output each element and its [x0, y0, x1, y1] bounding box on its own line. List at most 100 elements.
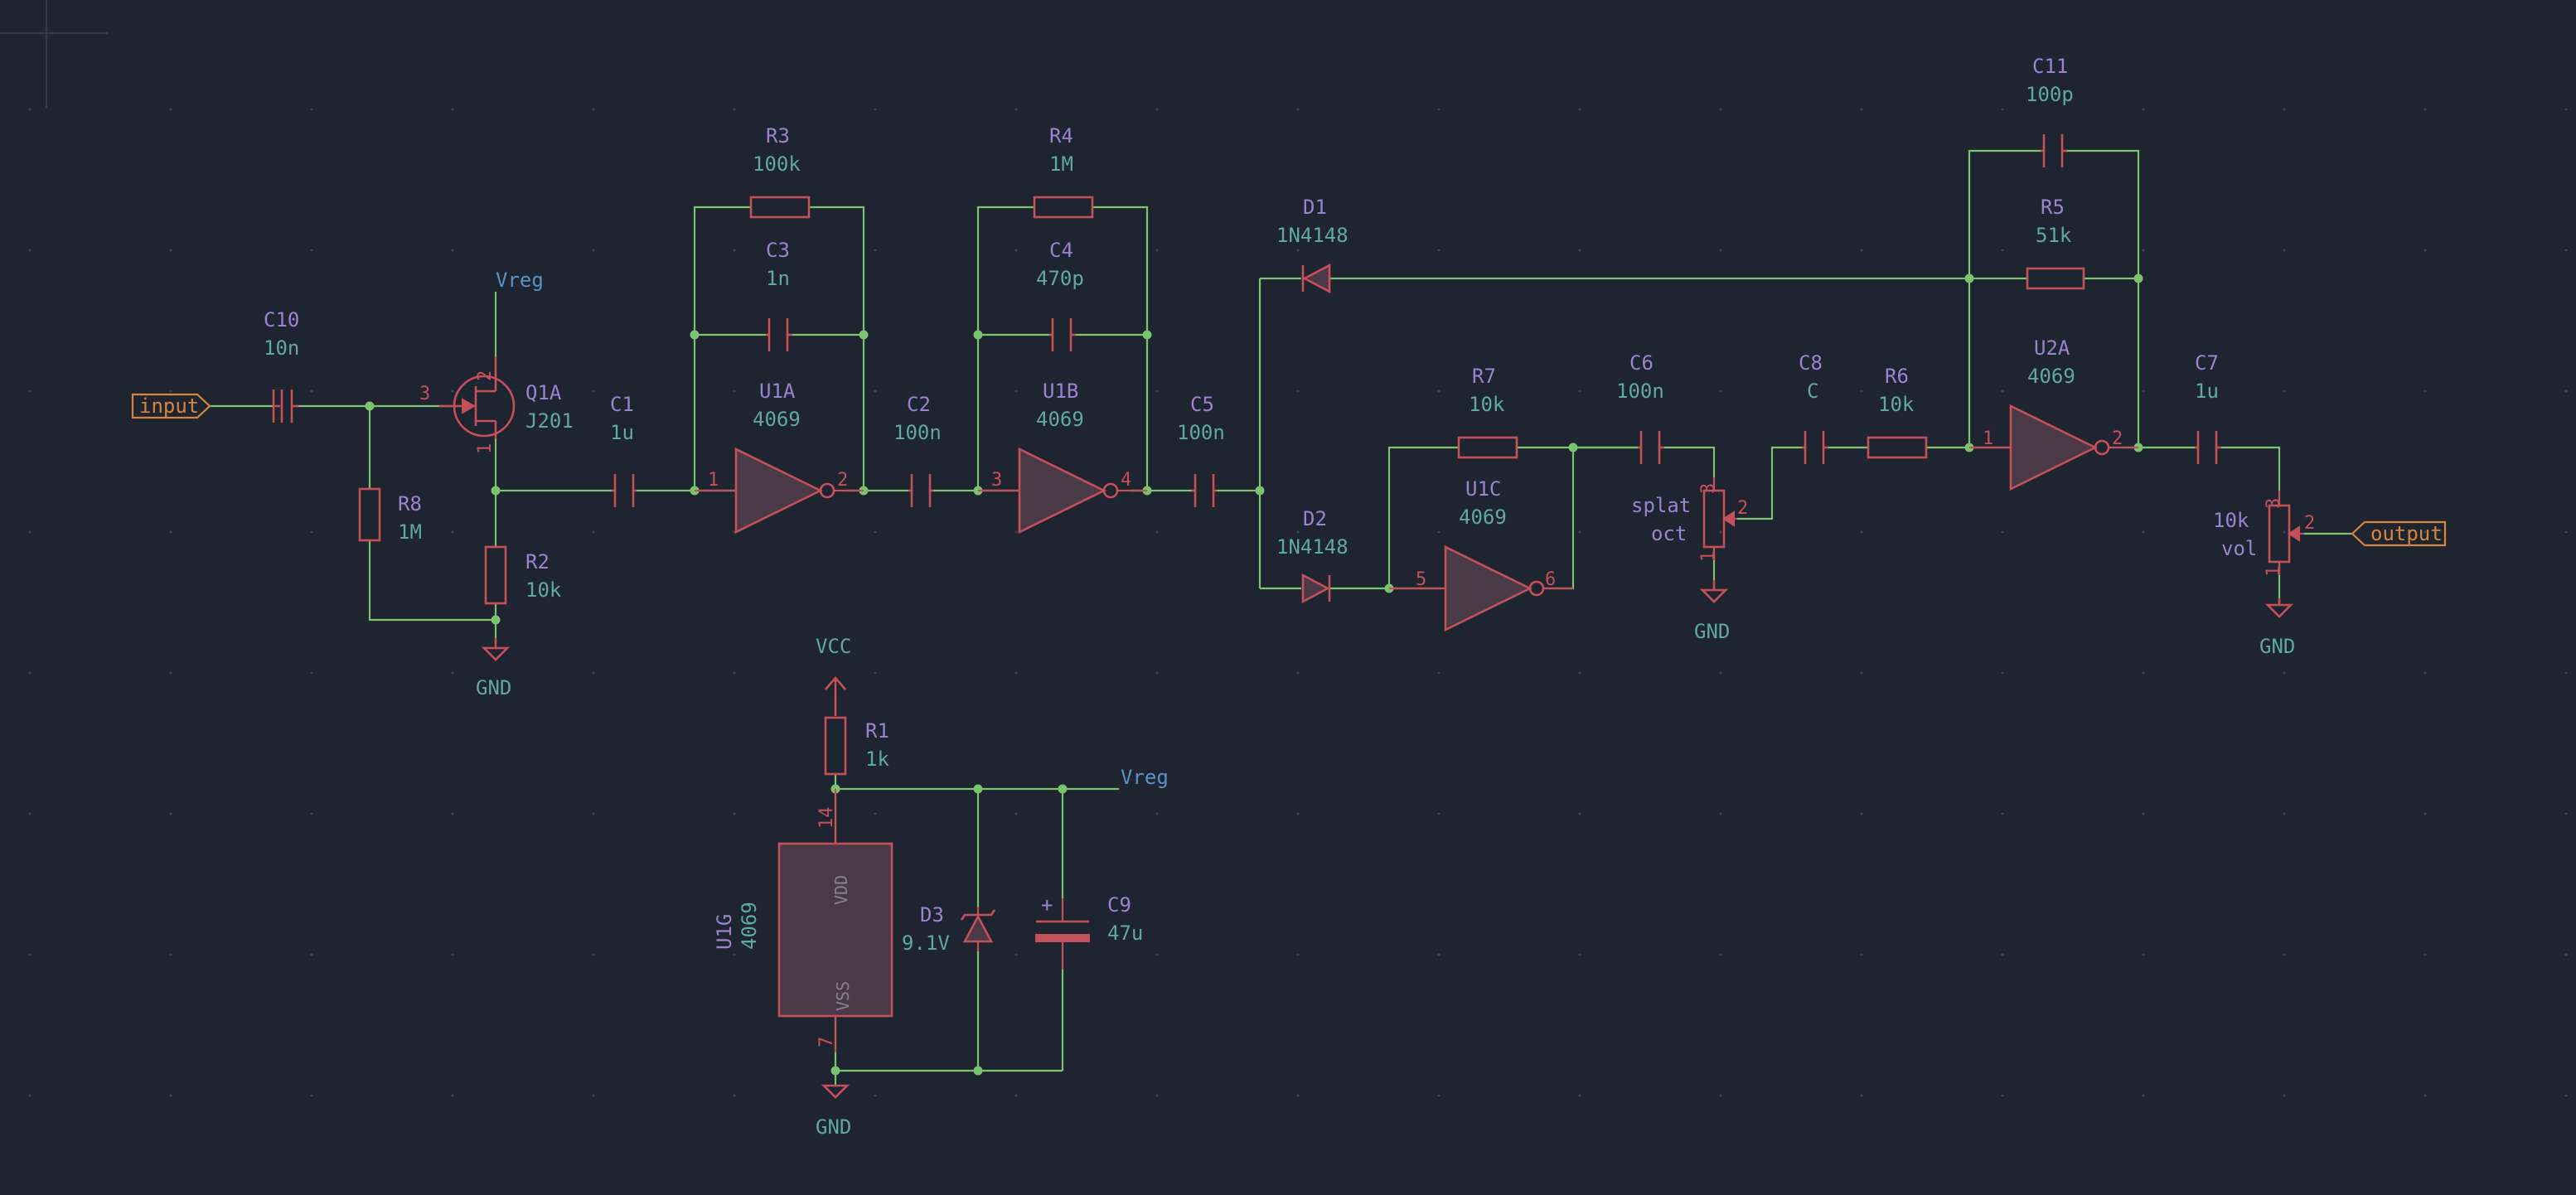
c4-value: 470p	[1036, 267, 1084, 290]
sheet-frame-corner	[0, 0, 108, 108]
vcc-symbol: VCC	[816, 635, 851, 716]
zener-d3[interactable]: D3 9.1V	[902, 903, 996, 955]
c3-ref: C3	[766, 239, 790, 262]
r1-ref: R1	[865, 719, 889, 743]
capacitor-c7[interactable]: C7 1u	[2195, 351, 2221, 464]
r7-ref: R7	[1472, 365, 1496, 388]
vol-value: vol	[2221, 537, 2257, 560]
c6-ref: C6	[1629, 351, 1654, 375]
resistor-r8[interactable]: R8 1M	[358, 487, 422, 544]
resistor-r2[interactable]: R2 10k	[484, 545, 562, 605]
u1g-vss-name: VSS	[833, 981, 853, 1011]
rv1-pin-bottom: 1	[1698, 551, 1719, 562]
r4-ref: R4	[1049, 124, 1073, 148]
c2-value: 100n	[893, 421, 942, 444]
rv2-pin-bottom: 1	[2264, 566, 2284, 577]
u1a-pin-in: 1	[708, 470, 719, 491]
capacitor-c9[interactable]: + C9 47u	[1035, 893, 1143, 970]
q1a-ref: Q1A	[525, 381, 562, 404]
vreg-net-label-2: Vreg	[1121, 766, 1169, 789]
r3-value: 100k	[753, 152, 801, 176]
d2-value: 1N4148	[1276, 535, 1349, 559]
vcc-label: VCC	[816, 635, 851, 658]
c9-plus: +	[1041, 893, 1053, 917]
c5-ref: C5	[1190, 393, 1214, 416]
u2a-ref: U2A	[2034, 336, 2070, 360]
vreg-net-label: Vreg	[496, 269, 544, 292]
gnd-symbol-2: GND	[1694, 580, 1730, 643]
c7-ref: C7	[2195, 351, 2219, 375]
c5-value: 100n	[1177, 421, 1225, 444]
c8-value: C	[1807, 380, 1818, 403]
rv2-pin-top: 3	[2264, 498, 2284, 509]
rv2-pin-wiper: 2	[2304, 513, 2315, 534]
output-port[interactable]: output	[2351, 520, 2447, 547]
vol-ref: 10k	[2213, 509, 2249, 532]
u1b-value: 4069	[1036, 408, 1084, 431]
r5-ref: R5	[2041, 196, 2065, 219]
ic-u1g-power[interactable]: 14 7 VDD VSS U1G 4069	[713, 789, 893, 1052]
r8-ref: R8	[398, 492, 422, 515]
u1b-pin-in: 3	[991, 470, 1002, 491]
r2-ref: R2	[525, 550, 550, 573]
q1-gate-pin: 3	[419, 384, 430, 404]
d1-value: 1N4148	[1276, 224, 1349, 247]
gnd-symbol-3: GND	[2259, 598, 2295, 658]
r7-value: 10k	[1469, 393, 1505, 416]
resistor-r5[interactable]: R5 51k	[2026, 196, 2085, 290]
resistor-r4[interactable]: R4 1M	[1033, 124, 1094, 219]
resistor-r7[interactable]: R7 10k	[1457, 365, 1518, 459]
u1g-pin-vdd: 14	[816, 807, 837, 830]
schematic-canvas: input output C10 10n 3 2 1 Q1A J201 Vreg…	[0, 0, 2568, 1139]
u2a-value: 4069	[2027, 365, 2075, 388]
u2a-pin-in: 1	[1983, 428, 1993, 449]
resistor-r6[interactable]: R6 10k	[1867, 365, 1928, 459]
potentiometer-splat[interactable]: 2 3 1 splat oct	[1631, 477, 1748, 562]
q1-source-pin: 1	[475, 443, 496, 454]
splat-ref: splat	[1631, 494, 1691, 517]
capacitor-c1[interactable]: C1 1u	[610, 393, 637, 507]
inverter-u1a[interactable]: 1 2 U1A 4069	[695, 380, 864, 535]
capacitor-c8[interactable]: C8 C	[1799, 351, 1828, 464]
c7-value: 1u	[2195, 380, 2219, 403]
c10-value: 10n	[264, 336, 299, 360]
diode-d1[interactable]: D1 1N4148	[1276, 196, 1349, 294]
r3-ref: R3	[766, 124, 790, 148]
u1g-pin-vss: 7	[816, 1037, 837, 1047]
q1-drain-pin: 2	[475, 370, 496, 381]
u1c-ref: U1C	[1465, 477, 1501, 501]
c11-value: 100p	[2026, 83, 2074, 106]
d3-ref: D3	[920, 903, 944, 926]
gnd-symbol-4: GND	[816, 1084, 851, 1139]
c9-ref: C9	[1107, 893, 1131, 917]
rv1-pin-wiper: 2	[1737, 498, 1748, 519]
q1a-value: J201	[525, 409, 574, 433]
c1-ref: C1	[610, 393, 634, 416]
c4-ref: C4	[1049, 239, 1073, 262]
r2-value: 10k	[525, 578, 562, 602]
r6-value: 10k	[1878, 393, 1915, 416]
u1c-value: 4069	[1459, 506, 1507, 529]
u1g-ref: U1G	[713, 914, 736, 950]
c11-ref: C11	[2032, 55, 2068, 78]
rv1-pin-top: 3	[1698, 483, 1719, 494]
c6-value: 100n	[1616, 380, 1664, 403]
gnd-label-3: GND	[2259, 635, 2295, 658]
resistor-r3[interactable]: R3 100k	[749, 124, 811, 219]
potentiometer-vol[interactable]: 2 3 1 10k vol	[2213, 491, 2315, 577]
inverter-u2a[interactable]: 1 2 U2A 4069	[1969, 336, 2138, 491]
r4-value: 1M	[1049, 152, 1073, 176]
u1a-value: 4069	[753, 408, 801, 431]
d3-value: 9.1V	[902, 931, 950, 955]
capacitor-c3[interactable]: C3 1n	[766, 239, 792, 351]
inverter-u1b[interactable]: 3 4 U1B 4069	[978, 380, 1147, 535]
splat-value: oct	[1651, 522, 1687, 545]
resistor-r1[interactable]: R1 1k	[824, 716, 889, 776]
u1a-pin-out: 2	[837, 470, 848, 491]
input-port[interactable]: input	[131, 393, 211, 419]
grid	[28, 108, 2568, 1097]
c8-ref: C8	[1799, 351, 1823, 375]
inverter-u1c[interactable]: 5 6 U1C 4069	[1389, 477, 1573, 632]
u2a-pin-out: 2	[2112, 428, 2123, 449]
u1a-ref: U1A	[759, 380, 796, 403]
